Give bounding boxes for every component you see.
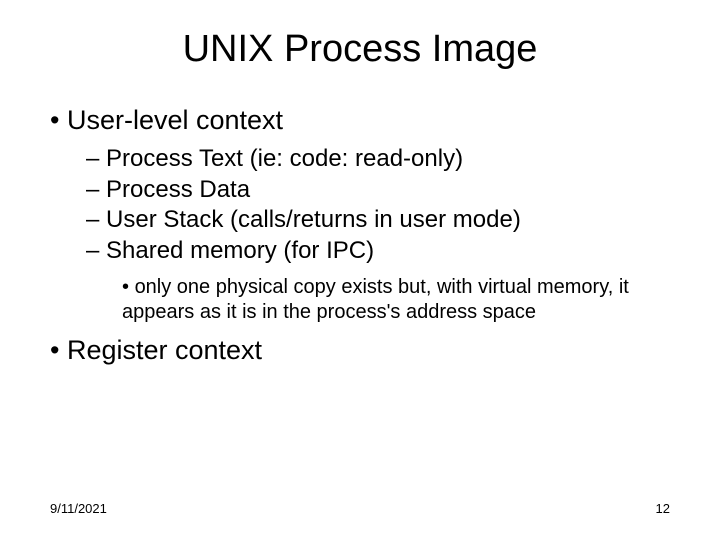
bullet-register-context: Register context <box>50 335 670 366</box>
slide: UNIX Process Image User-level context Pr… <box>0 0 720 540</box>
footer-page-number: 12 <box>656 501 670 516</box>
bullet-user-level: User-level context <box>50 105 670 136</box>
subbullet-process-data: Process Data <box>86 175 670 206</box>
subbullet-shared-memory: Shared memory (for IPC) <box>86 236 670 267</box>
subsubbullet-virtual-memory-label: only one physical copy exists but, with … <box>122 276 629 323</box>
slide-title: UNIX Process Image <box>50 28 670 71</box>
footer-date: 9/11/2021 <box>50 501 107 516</box>
subbullet-user-stack-label: User Stack (calls/returns in user mode) <box>106 206 521 233</box>
subbullet-process-text-label: Process Text (ie: code: read-only) <box>106 145 463 172</box>
bullet-register-context-label: Register context <box>67 335 262 365</box>
subbullet-user-stack: User Stack (calls/returns in user mode) <box>86 205 670 236</box>
subsubbullet-virtual-memory: only one physical copy exists but, with … <box>122 275 630 325</box>
footer: 9/11/2021 12 <box>50 501 670 516</box>
subbullet-shared-memory-label: Shared memory (for IPC) <box>106 237 374 264</box>
bullet-user-level-text: User-level context <box>67 105 283 135</box>
subbullet-process-data-label: Process Data <box>106 176 250 203</box>
subbullet-process-text: Process Text (ie: code: read-only) <box>86 144 670 175</box>
